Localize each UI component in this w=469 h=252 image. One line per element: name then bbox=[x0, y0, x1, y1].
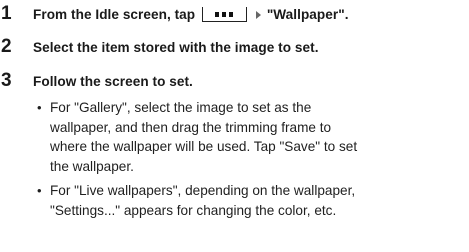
bullet-item-live-wallpapers: • For "Live wallpapers", depending on th… bbox=[37, 181, 462, 220]
step-3: 3 Follow the screen to set. bbox=[0, 70, 193, 92]
bullet-line: "Settings..." appears for changing the c… bbox=[50, 202, 337, 218]
step-text-after: "Wallpaper". bbox=[266, 7, 349, 22]
step-number: 3 bbox=[1, 70, 12, 91]
bullet-item-gallery: • For "Gallery", select the image to set… bbox=[37, 98, 462, 176]
step-1: 1 From the Idle screen, tap "Wallpaper". bbox=[0, 3, 349, 25]
bullet-line: where the wallpaper will be used. Tap "S… bbox=[50, 139, 358, 154]
menu-key-icon bbox=[201, 7, 247, 22]
step-text: Select the item stored with the image to… bbox=[33, 40, 319, 55]
step-text: Follow the screen to set. bbox=[33, 74, 193, 89]
step-2: 2 Select the item stored with the image … bbox=[0, 36, 319, 58]
bullet-text: For "Gallery", select the image to set a… bbox=[50, 98, 462, 176]
step-number: 1 bbox=[1, 3, 12, 24]
step-number: 2 bbox=[1, 36, 12, 57]
step-text: From the Idle screen, tap "Wallpaper". bbox=[33, 7, 349, 22]
bullet-icon: • bbox=[37, 183, 42, 198]
bullet-line: wallpaper, and then drag the trimming fr… bbox=[50, 119, 332, 135]
bullet-line: For "Live wallpapers", depending on the … bbox=[50, 183, 356, 198]
bullet-icon: • bbox=[37, 100, 42, 115]
bullet-text: For "Live wallpapers", depending on the … bbox=[50, 181, 462, 220]
step-text-before: From the Idle screen, tap bbox=[33, 7, 196, 22]
bullet-line: the wallpaper. bbox=[50, 158, 134, 174]
right-triangle-icon bbox=[255, 11, 261, 19]
bullet-line: For "Gallery", select the image to set a… bbox=[50, 100, 312, 115]
